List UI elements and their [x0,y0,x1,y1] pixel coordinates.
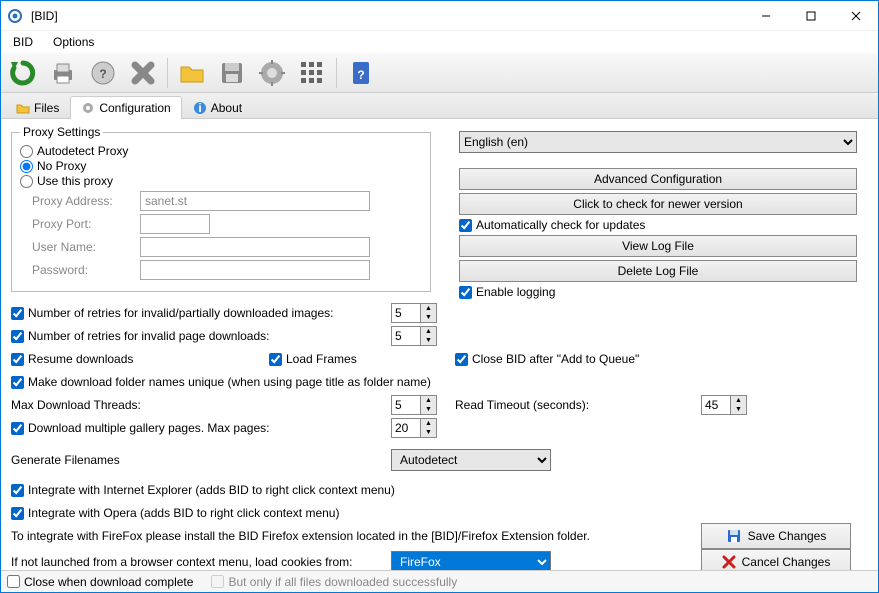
tab-label: Configuration [99,101,170,115]
proxy-port-label: Proxy Port: [20,217,140,231]
configuration-panel: Proxy Settings Autodetect Proxy No Proxy… [1,119,878,570]
retries-images-checkbox[interactable] [11,307,24,320]
folder-button[interactable] [174,55,210,91]
close-after-label: Close BID after "Add to Queue" [472,352,639,366]
toolbar: ? ? [1,53,878,93]
refresh-button[interactable] [5,55,41,91]
proxy-user-label: User Name: [20,240,140,254]
view-log-button[interactable]: View Log File [459,235,857,257]
close-button[interactable] [833,1,878,30]
save-changes-button[interactable]: Save Changes [701,523,851,549]
max-threads-spinner[interactable]: ▲▼ [391,395,437,415]
grid-button[interactable] [294,55,330,91]
tab-files[interactable]: Files [5,96,70,119]
auto-check-updates-checkbox[interactable] [459,219,472,232]
cancel-icon [722,555,736,569]
proxy-address-label: Proxy Address: [20,194,140,208]
close-when-complete-checkbox[interactable] [7,575,20,588]
read-timeout-label: Read Timeout (seconds): [455,398,589,412]
proxy-pass-input[interactable] [140,260,370,280]
menu-options[interactable]: Options [45,33,102,51]
retries-images-label: Number of retries for invalid/partially … [28,306,333,320]
check-newer-button[interactable]: Click to check for newer version [459,193,857,215]
proxy-user-input[interactable] [140,237,370,257]
generate-filenames-select[interactable]: Autodetect [391,449,551,471]
radio-no-proxy[interactable] [20,160,33,173]
unique-folder-checkbox[interactable] [11,376,24,389]
load-frames-label: Load Frames [286,352,357,366]
save-button-toolbar[interactable] [214,55,250,91]
tabstrip: Files Configuration i About [1,93,878,119]
retries-page-spinner[interactable]: ▲▼ [391,326,437,346]
gear-icon [81,101,95,115]
svg-text:?: ? [99,67,106,81]
statusbar: Close when download complete But only if… [1,570,878,592]
toolbar-separator [167,58,168,88]
auto-check-label: Automatically check for updates [476,218,645,232]
save-icon [726,528,742,544]
proxy-pass-label: Password: [20,263,140,277]
language-select[interactable]: English (en) [459,131,857,153]
integrate-ie-checkbox[interactable] [11,484,24,497]
integrate-opera-label: Integrate with Opera (adds BID to right … [28,506,339,520]
delete-button[interactable] [125,55,161,91]
radio-use-this-proxy[interactable] [20,175,33,188]
max-threads-label: Max Download Threads: [11,398,141,412]
proxy-settings-group: Proxy Settings Autodetect Proxy No Proxy… [11,125,431,292]
tab-about[interactable]: i About [182,96,253,119]
retries-page-label: Number of retries for invalid page downl… [28,329,269,343]
multi-page-checkbox[interactable] [11,422,24,435]
proxy-address-input[interactable] [140,191,370,211]
max-pages-spinner[interactable]: ▲▼ [391,418,437,438]
enable-logging-checkbox[interactable] [459,286,472,299]
unique-folder-label: Make download folder names unique (when … [28,375,431,389]
cookies-browser-select[interactable]: FireFox [391,551,551,570]
only-if-success-label: But only if all files downloaded success… [228,575,457,589]
delete-log-button[interactable]: Delete Log File [459,260,857,282]
settings-button[interactable] [254,55,290,91]
print-button[interactable] [45,55,81,91]
only-if-success-checkbox [211,575,224,588]
resume-label: Resume downloads [28,352,133,366]
retries-page-checkbox[interactable] [11,330,24,343]
toolbar-separator [336,58,337,88]
proxy-legend: Proxy Settings [20,125,103,139]
proxy-port-input[interactable] [140,214,210,234]
titlebar: [BID] [1,1,878,31]
integrate-opera-checkbox[interactable] [11,507,24,520]
radio-autodetect-proxy[interactable] [20,145,33,158]
help-button[interactable]: ? [85,55,121,91]
info-button[interactable]: ? [343,55,379,91]
firefox-hint-text: To integrate with FireFox please install… [11,529,590,543]
close-when-complete-label: Close when download complete [24,575,193,589]
retries-images-spinner[interactable]: ▲▼ [391,303,437,323]
resume-downloads-checkbox[interactable] [11,353,24,366]
load-frames-checkbox[interactable] [269,353,282,366]
menu-bid[interactable]: BID [5,33,41,51]
generate-filenames-label: Generate Filenames [11,453,120,467]
folder-icon [16,101,30,115]
info-icon: i [193,101,207,115]
multi-page-label: Download multiple gallery pages. Max pag… [28,421,269,435]
cookies-label: If not launched from a browser context m… [11,555,353,569]
app-icon [7,8,23,24]
advanced-config-button[interactable]: Advanced Configuration [459,168,857,190]
label-usethis: Use this proxy [37,174,113,188]
tab-configuration[interactable]: Configuration [70,96,181,119]
cancel-changes-button[interactable]: Cancel Changes [701,549,851,570]
svg-text:i: i [198,101,201,115]
label-autodetect: Autodetect Proxy [37,144,128,158]
label-noproxy: No Proxy [37,159,86,173]
svg-text:?: ? [357,68,364,82]
integrate-ie-label: Integrate with Internet Explorer (adds B… [28,483,395,497]
menubar: BID Options [1,31,878,53]
tab-label: Files [34,101,59,115]
tab-label: About [211,101,242,115]
read-timeout-spinner[interactable]: ▲▼ [701,395,747,415]
close-after-queue-checkbox[interactable] [455,353,468,366]
enable-logging-label: Enable logging [476,285,555,299]
window-title: [BID] [29,9,743,23]
maximize-button[interactable] [788,1,833,30]
minimize-button[interactable] [743,1,788,30]
